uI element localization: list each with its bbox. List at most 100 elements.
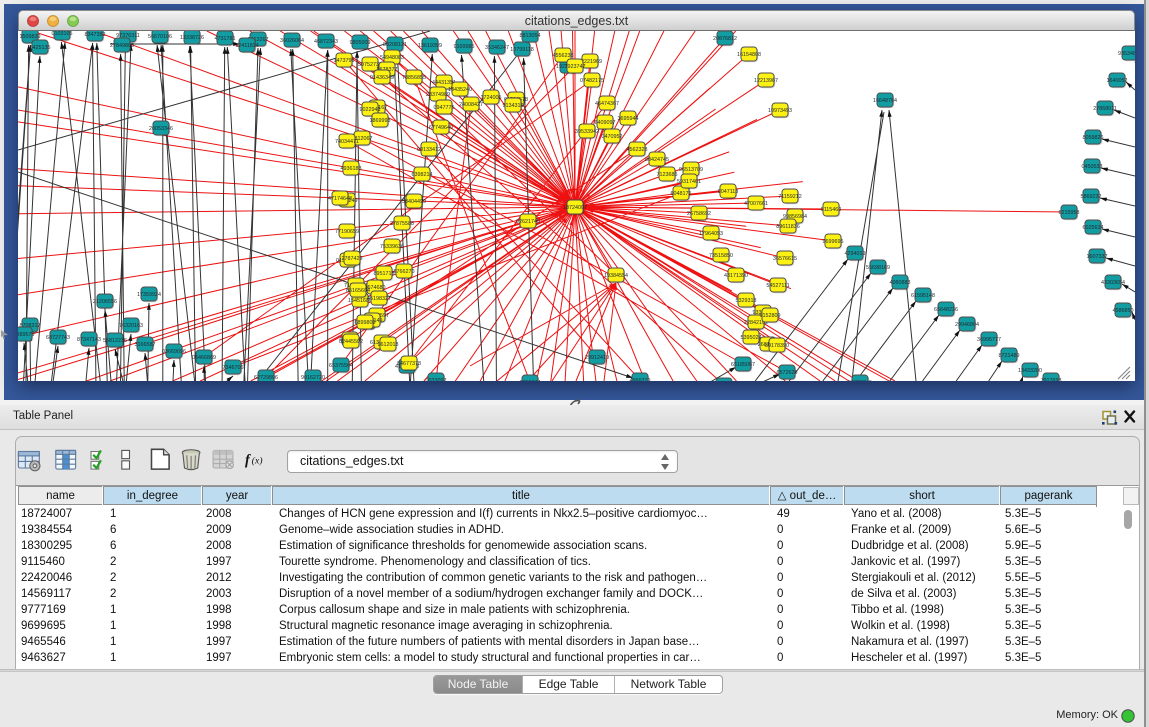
svg-text:9115460: 9115460: [821, 207, 842, 213]
svg-text:6152809: 6152809: [760, 313, 781, 319]
svg-text:84677378: 84677378: [397, 361, 421, 367]
svg-text:87347143: 87347143: [77, 337, 101, 343]
svg-text:1640052: 1640052: [1107, 78, 1128, 84]
svg-text:55812236: 55812236: [103, 338, 127, 344]
svg-text:59317461: 59317461: [677, 179, 701, 185]
svg-text:12411824: 12411824: [235, 43, 259, 49]
svg-text:26758692: 26758692: [687, 211, 711, 217]
svg-text:19384554: 19384554: [604, 273, 628, 279]
svg-text:1473799: 1473799: [334, 58, 355, 64]
svg-text:39533942: 39533942: [575, 129, 599, 135]
svg-text:02621745: 02621745: [516, 219, 540, 225]
svg-text:6048175: 6048175: [671, 191, 692, 197]
svg-text:36576615: 36576615: [773, 256, 797, 262]
svg-text:29912419: 29912419: [585, 355, 609, 361]
svg-text:8425135: 8425135: [30, 45, 51, 51]
svg-text:36995777: 36995777: [977, 337, 1001, 343]
svg-text:13433200: 13433200: [1018, 368, 1042, 374]
svg-text:54948083: 54948083: [380, 55, 404, 61]
svg-text:7917693: 7917693: [1041, 378, 1062, 381]
svg-text:98776945: 98776945: [848, 380, 872, 381]
svg-text:67749649: 67749649: [429, 125, 453, 131]
svg-text:01436349: 01436349: [370, 75, 394, 81]
svg-text:0470952: 0470952: [602, 134, 623, 140]
svg-text:36026064: 36026064: [280, 38, 304, 44]
svg-text:93534874: 93534874: [1118, 51, 1135, 57]
svg-text:4586850: 4586850: [1113, 308, 1134, 314]
svg-text:10973493: 10973493: [768, 108, 792, 114]
svg-text:5869232: 5869232: [1081, 194, 1102, 200]
svg-text:7123685: 7123685: [657, 172, 678, 178]
svg-text:90162720: 90162720: [301, 375, 325, 381]
svg-text:7923747: 7923747: [565, 64, 586, 70]
svg-text:17964053: 17964053: [699, 231, 723, 237]
svg-text:0947775: 0947775: [434, 105, 455, 111]
svg-text:56670106: 56670106: [148, 34, 172, 40]
svg-text:0033092: 0033092: [426, 378, 447, 381]
svg-text:7889579: 7889579: [18, 332, 35, 338]
svg-text:1607337: 1607337: [1087, 254, 1108, 260]
svg-text:27849808: 27849808: [110, 43, 134, 49]
svg-text:78856855: 78856855: [402, 75, 426, 81]
svg-text:89178390: 89178390: [765, 343, 789, 349]
svg-text:4060883: 4060883: [890, 280, 911, 286]
svg-text:10799118: 10799118: [510, 47, 534, 53]
svg-text:8813054: 8813054: [520, 33, 541, 39]
svg-text:0103105: 0103105: [52, 31, 73, 37]
svg-text:8059826: 8059826: [1083, 135, 1104, 141]
svg-text:47174648: 47174648: [328, 196, 352, 202]
svg-text:58404499: 58404499: [402, 199, 426, 205]
svg-text:4966319: 4966319: [630, 378, 651, 381]
svg-text:9134316: 9134316: [503, 103, 524, 109]
svg-text:6572628: 6572628: [777, 370, 798, 376]
svg-text:4562328: 4562328: [627, 147, 648, 153]
svg-text:4294019: 4294019: [845, 251, 866, 257]
svg-text:03669096: 03669096: [162, 349, 186, 355]
svg-text:20876812: 20876812: [713, 36, 737, 42]
svg-text:27868011: 27868011: [1093, 106, 1117, 112]
svg-text:43171390: 43171390: [724, 273, 748, 279]
svg-text:2787429: 2787429: [342, 256, 363, 262]
svg-text:1724005: 1724005: [481, 95, 502, 101]
svg-text:12213967: 12213967: [754, 78, 778, 84]
svg-text:46474367: 46474367: [595, 101, 619, 107]
svg-text:18724007: 18724007: [563, 205, 587, 211]
svg-text:05466889: 05466889: [192, 355, 216, 361]
svg-text:17359924: 17359924: [137, 292, 161, 298]
svg-text:5766270: 5766270: [394, 269, 415, 275]
svg-text:62729806: 62729806: [254, 375, 278, 381]
svg-text:76320163: 76320163: [119, 323, 143, 329]
svg-text:55698169: 55698169: [866, 265, 890, 271]
svg-text:6398214: 6398214: [412, 172, 433, 178]
svg-text:8721489: 8721489: [999, 353, 1020, 359]
svg-text:3166587: 3166587: [135, 342, 156, 348]
svg-text:20053346: 20053346: [149, 126, 173, 132]
svg-text:1509839: 1509839: [20, 34, 41, 40]
svg-text:68727743: 68727743: [46, 335, 70, 341]
svg-text:54527111: 54527111: [766, 283, 789, 289]
svg-text:4556238: 4556238: [553, 53, 574, 59]
svg-text:43303654: 43303654: [1101, 280, 1125, 286]
svg-text:9612018: 9612018: [378, 342, 399, 348]
svg-text:07482175: 07482175: [580, 78, 604, 84]
svg-text:f: f: [245, 453, 251, 469]
svg-text:89611836: 89611836: [776, 224, 800, 230]
svg-text:5329318: 5329318: [736, 298, 757, 304]
svg-text:13435240: 13435240: [448, 87, 472, 93]
svg-text:8347382: 8347382: [85, 32, 106, 38]
svg-text:02445502: 02445502: [339, 339, 363, 345]
svg-text:27875588: 27875588: [390, 221, 414, 227]
svg-text:65185067: 65185067: [731, 362, 755, 368]
svg-text:65375564: 65375564: [329, 363, 353, 369]
svg-text:4731781: 4731781: [215, 36, 236, 42]
svg-text:6409097: 6409097: [595, 120, 616, 126]
svg-text:74034471: 74034471: [335, 139, 359, 145]
svg-text:45198327: 45198327: [367, 296, 391, 302]
svg-text:8951718: 8951718: [374, 271, 395, 277]
svg-text:24008427: 24008427: [459, 102, 483, 108]
svg-text:(x): (x): [252, 456, 263, 467]
svg-text:1869993: 1869993: [370, 118, 391, 124]
svg-text:16648784: 16648784: [873, 98, 897, 104]
svg-text:96513709: 96513709: [679, 167, 703, 173]
svg-text:09133412: 09133412: [417, 147, 441, 153]
